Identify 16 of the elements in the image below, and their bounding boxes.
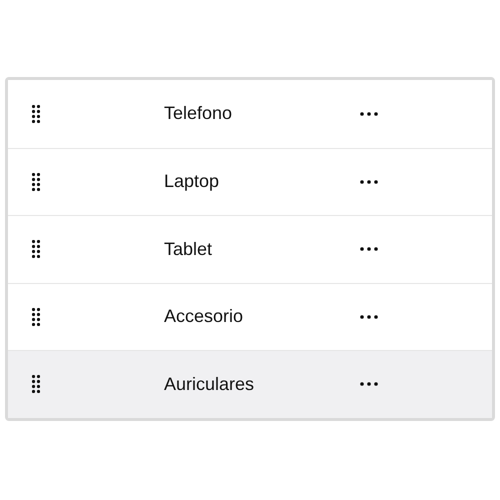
more-icon[interactable]: [360, 382, 378, 386]
drag-handle-icon[interactable]: [32, 104, 40, 123]
item-label: Accesorio: [164, 305, 244, 328]
more-icon[interactable]: [360, 314, 378, 319]
item-label: Telefono: [164, 102, 234, 126]
drag-handle-icon[interactable]: [32, 375, 40, 394]
more-icon[interactable]: [360, 180, 378, 184]
item-label: Laptop: [164, 170, 220, 194]
list-row[interactable]: Auriculares: [8, 350, 492, 418]
drag-handle-icon[interactable]: [32, 240, 40, 258]
more-icon[interactable]: [360, 112, 378, 116]
more-icon[interactable]: [360, 247, 378, 252]
item-label: Tablet: [164, 238, 214, 261]
drag-handle-icon[interactable]: [32, 172, 40, 191]
drag-handle-icon[interactable]: [32, 308, 40, 326]
item-label: Auriculares: [164, 372, 256, 396]
